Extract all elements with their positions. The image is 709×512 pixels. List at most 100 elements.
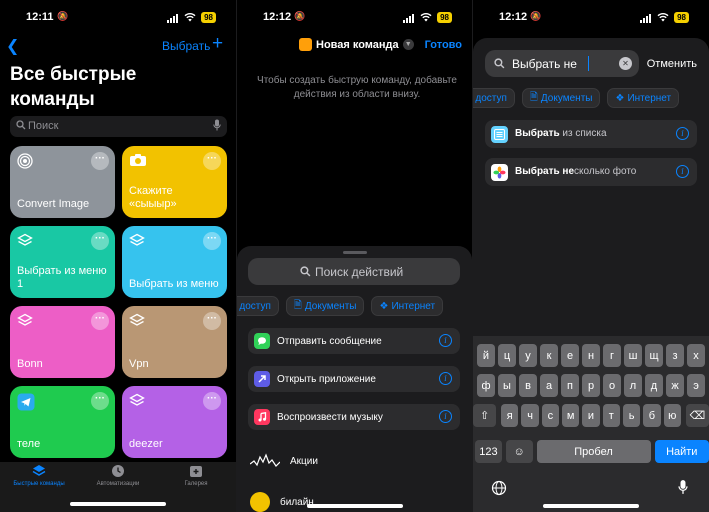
- search-result-row[interactable]: Выбрать из списка i: [485, 120, 697, 148]
- letter-key[interactable]: п: [561, 374, 579, 397]
- action-search-input[interactable]: Поиск действий: [248, 258, 460, 285]
- shortcut-tile[interactable]: ··· Выбрать из меню: [122, 226, 227, 298]
- shortcut-tile[interactable]: ··· Bonn: [10, 306, 115, 378]
- shortcut-tile[interactable]: ··· deezer: [122, 386, 227, 458]
- more-icon[interactable]: ···: [203, 392, 221, 410]
- letter-key[interactable]: б: [643, 404, 661, 427]
- tab-automation[interactable]: Автоматизации: [88, 464, 148, 487]
- more-icon[interactable]: ···: [91, 392, 109, 410]
- letter-key[interactable]: л: [624, 374, 642, 397]
- chip-documents[interactable]: 🗎 Документы: [521, 88, 601, 108]
- action-row[interactable]: Открыть приложение i: [248, 366, 460, 392]
- space-key[interactable]: Пробел: [536, 440, 651, 463]
- more-icon[interactable]: ···: [203, 152, 221, 170]
- shift-key[interactable]: ⇧: [473, 404, 497, 427]
- emoji-key[interactable]: ☺: [505, 440, 533, 463]
- action-row[interactable]: Отправить сообщение i: [248, 328, 460, 354]
- search-icon: [494, 58, 505, 69]
- shortcut-name-menu[interactable]: Новая команда ▼: [299, 38, 414, 51]
- letter-key[interactable]: о: [603, 374, 621, 397]
- chip-accessibility[interactable]: й доступ: [237, 296, 279, 316]
- tile-label: deezer: [129, 438, 163, 450]
- shortcut-tile[interactable]: ··· Convert Image: [10, 146, 115, 218]
- result-label: Выбрать несколько фото: [515, 166, 637, 177]
- letter-key[interactable]: з: [666, 344, 684, 367]
- chip-internet[interactable]: ❖ Интернет: [371, 296, 444, 316]
- letter-key[interactable]: с: [541, 404, 560, 427]
- tile-label: Convert Image: [17, 198, 90, 210]
- letter-key[interactable]: у: [519, 344, 537, 367]
- letter-key[interactable]: ф: [477, 374, 495, 397]
- info-icon[interactable]: i: [676, 165, 689, 178]
- shortcut-tile[interactable]: ··· Скажите «сыыыр»: [122, 146, 227, 218]
- category-chips: й доступ 🗎Документы ❖Интернет: [473, 88, 680, 108]
- info-icon[interactable]: i: [676, 127, 689, 140]
- more-icon[interactable]: ···: [91, 152, 109, 170]
- microphone-icon[interactable]: [213, 119, 221, 131]
- more-icon[interactable]: ···: [203, 232, 221, 250]
- document-icon: 🗎: [529, 91, 538, 103]
- letter-key[interactable]: ч: [521, 404, 539, 427]
- globe-icon[interactable]: [491, 480, 507, 496]
- more-icon[interactable]: ···: [91, 312, 109, 330]
- shortcut-tile[interactable]: ··· теле: [10, 386, 115, 458]
- search-result-row[interactable]: Выбрать несколько фото i: [485, 158, 697, 186]
- cancel-button[interactable]: Отменить: [647, 58, 697, 70]
- chip-documents[interactable]: 🗎 Документы: [285, 296, 365, 316]
- done-button[interactable]: Готово: [425, 39, 462, 51]
- microphone-icon[interactable]: [678, 479, 688, 495]
- letter-key[interactable]: щ: [645, 344, 663, 367]
- letter-key[interactable]: м: [562, 404, 580, 427]
- search-input[interactable]: Поиск: [10, 116, 227, 137]
- letter-key[interactable]: ц: [498, 344, 516, 367]
- layers-icon: [17, 313, 33, 334]
- chip-internet[interactable]: ❖ Интернет: [607, 88, 680, 108]
- letter-key[interactable]: к: [540, 344, 558, 367]
- letter-key[interactable]: й: [477, 344, 495, 367]
- letter-key[interactable]: г: [603, 344, 621, 367]
- shortcut-tile[interactable]: ··· Vpn: [122, 306, 227, 378]
- plus-icon[interactable]: +: [212, 33, 223, 55]
- info-icon[interactable]: i: [439, 372, 452, 385]
- letter-key[interactable]: т: [602, 404, 620, 427]
- numbers-key[interactable]: 123: [475, 440, 502, 463]
- compass-icon: ❖: [615, 92, 625, 104]
- letter-key[interactable]: ь: [622, 404, 641, 427]
- chevron-left-icon[interactable]: ❮: [6, 36, 19, 56]
- letter-key[interactable]: и: [582, 404, 600, 427]
- letter-key[interactable]: н: [582, 344, 600, 367]
- tab-shortcuts[interactable]: Быстрые команды: [8, 464, 70, 487]
- letter-key[interactable]: д: [645, 374, 663, 397]
- backspace-key[interactable]: ⌫: [685, 404, 709, 427]
- letter-key[interactable]: ю: [663, 404, 681, 427]
- search-go-key[interactable]: Найти: [654, 440, 709, 463]
- action-search-input[interactable]: Выбрать не ✕: [485, 50, 639, 77]
- letter-key[interactable]: х: [687, 344, 705, 367]
- letter-key[interactable]: э: [687, 374, 705, 397]
- clear-icon[interactable]: ✕: [619, 57, 632, 70]
- letter-key[interactable]: ж: [666, 374, 684, 397]
- sheet-grabber[interactable]: [342, 251, 367, 254]
- silent-bell-icon: 🔕: [57, 11, 69, 21]
- letter-key[interactable]: р: [582, 374, 600, 397]
- status-bar: 12:12 🔕 98: [237, 10, 472, 26]
- more-icon[interactable]: ···: [91, 232, 109, 250]
- tile-label: теле: [17, 438, 41, 450]
- info-icon[interactable]: i: [439, 410, 452, 423]
- letter-key[interactable]: е: [561, 344, 579, 367]
- app-row-beeline[interactable]: билайн: [250, 492, 314, 512]
- shortcut-tile[interactable]: ··· Выбрать из меню 1: [10, 226, 115, 298]
- app-row-stocks[interactable]: Акции: [250, 452, 318, 470]
- letter-key[interactable]: в: [519, 374, 537, 397]
- select-button[interactable]: Выбрать: [162, 39, 210, 53]
- chip-accessibility[interactable]: й доступ: [473, 88, 515, 108]
- info-icon[interactable]: i: [439, 334, 452, 347]
- letter-key[interactable]: я: [501, 404, 519, 427]
- letter-key[interactable]: ы: [498, 374, 516, 397]
- action-row[interactable]: Воспроизвести музыку i: [248, 404, 460, 430]
- letter-key[interactable]: а: [540, 374, 558, 397]
- tab-gallery[interactable]: Галерея: [168, 464, 224, 487]
- search-icon: [300, 266, 311, 277]
- letter-key[interactable]: ш: [624, 344, 642, 367]
- more-icon[interactable]: ···: [203, 312, 221, 330]
